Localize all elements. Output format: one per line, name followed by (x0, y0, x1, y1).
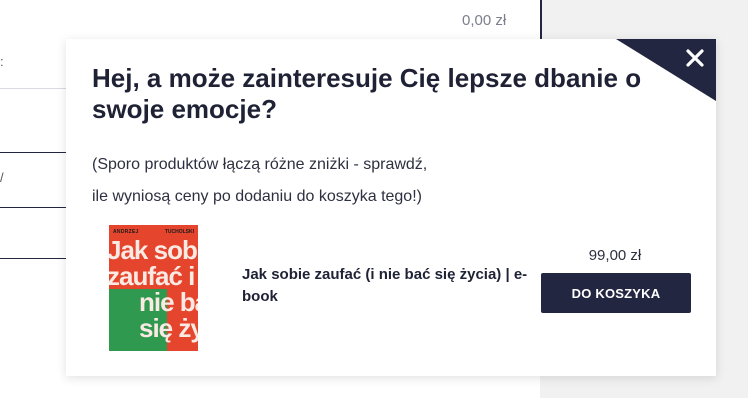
cover-title-line: Jak sobie (109, 235, 198, 265)
modal-subtitle: (Sporo produktów łączą różne zniżki - sp… (92, 149, 652, 213)
modal-title: Hej, a może zainteresuje Cię lepsze dban… (92, 63, 642, 124)
background-input-border (0, 207, 66, 208)
close-icon (686, 49, 704, 67)
cover-title-line: nie bać (139, 287, 198, 317)
subtitle-line: (Sporo produktów łączą różne zniżki - sp… (92, 156, 428, 173)
product-price: 99,00 zł (588, 247, 642, 264)
close-button[interactable] (680, 43, 710, 73)
background-input-border (0, 152, 66, 153)
product-name-link[interactable]: Jak sobie zaufać (i nie bać się życia) |… (242, 264, 532, 308)
add-to-cart-button[interactable]: DO KOSZYKA (541, 273, 691, 313)
background-divider-line (0, 88, 66, 89)
background-input-border (0, 258, 66, 259)
background-text-fragment: : (0, 54, 4, 69)
background-cart-total: 0,00 zł (462, 12, 507, 29)
subtitle-line: ile wyniosą ceny po dodaniu do koszyka t… (92, 188, 422, 205)
cover-title-line: się życia (139, 313, 198, 343)
cover-title-line: zaufać i (109, 261, 195, 291)
background-text-fragment: / (0, 170, 4, 185)
background-divider (540, 0, 542, 40)
product-cover-image[interactable]: ANDRZEJ TUCHOLSKI Jak sobie zaufać i nie… (109, 225, 198, 351)
upsell-modal: Hej, a może zainteresuje Cię lepsze dban… (66, 39, 716, 376)
